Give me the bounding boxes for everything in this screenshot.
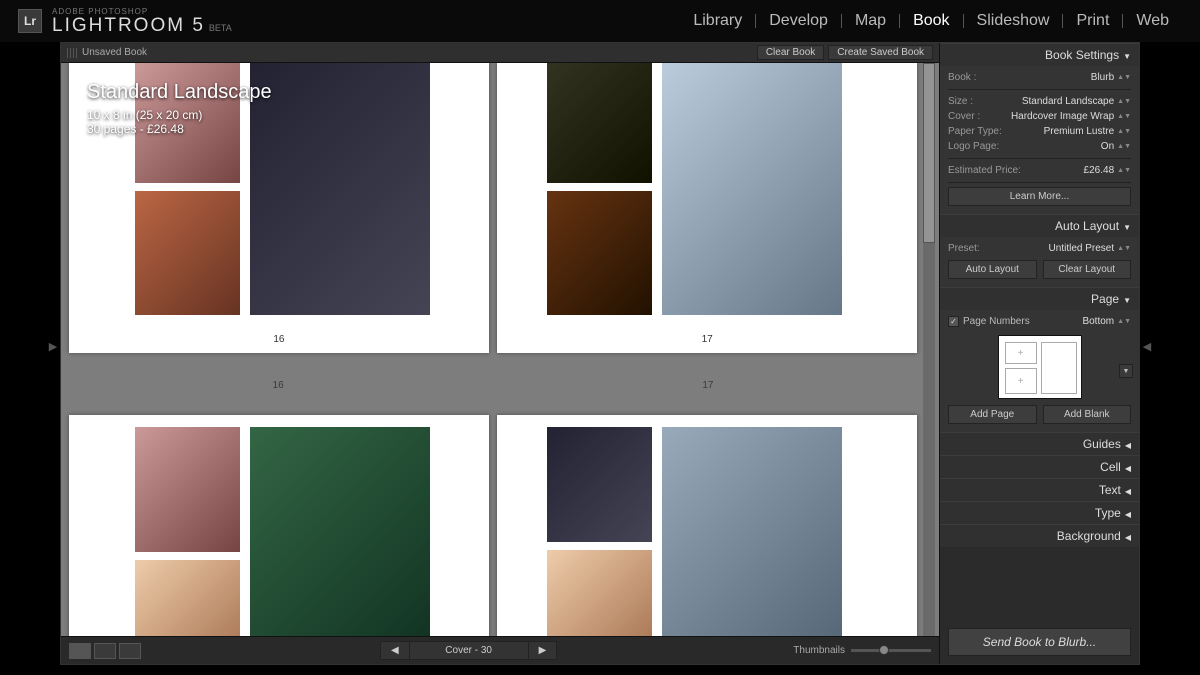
- grip-icon: [67, 48, 77, 58]
- paper-select[interactable]: Premium Lustre▲▼: [1044, 126, 1131, 137]
- workspace-scrollbar[interactable]: [923, 63, 935, 636]
- book-title: Unsaved Book: [82, 47, 147, 58]
- nav-map[interactable]: Map: [842, 12, 899, 30]
- page-18[interactable]: [69, 415, 489, 636]
- view-grid-button[interactable]: [69, 643, 91, 659]
- book-select[interactable]: Blurb▲▼: [1091, 72, 1131, 83]
- page-number-in: 17: [497, 334, 917, 345]
- add-blank-button[interactable]: Add Blank: [1043, 405, 1132, 424]
- page-number-in: 16: [69, 334, 489, 345]
- price-value: £26.48▲▼: [1084, 165, 1131, 176]
- add-page-button[interactable]: Add Page: [948, 405, 1037, 424]
- page-17[interactable]: 17: [497, 63, 917, 353]
- panel-page-header[interactable]: Page▼: [940, 287, 1139, 310]
- pager-label[interactable]: Cover - 30: [409, 642, 529, 659]
- logo-icon: Lr: [18, 9, 42, 33]
- panel-book-settings-header[interactable]: Book Settings▼: [940, 43, 1139, 66]
- size-label: Size :: [948, 96, 973, 107]
- page-numbers-position-select[interactable]: Bottom▲▼: [1082, 316, 1131, 327]
- preset-label: Preset:: [948, 243, 980, 254]
- book-workspace[interactable]: Standard Landscape 10 x 8 in (25 x 20 cm…: [61, 63, 939, 636]
- right-panel-toggle-icon[interactable]: ◀: [1142, 338, 1152, 356]
- page-number-out: 17: [702, 380, 713, 391]
- logo-label: Logo Page:: [948, 141, 999, 152]
- logo-select[interactable]: On▲▼: [1101, 141, 1131, 152]
- page-number-out: 16: [273, 380, 284, 391]
- module-nav: Library Develop Map Book Slideshow Print…: [680, 12, 1182, 30]
- size-select[interactable]: Standard Landscape▲▼: [1022, 96, 1131, 107]
- layout-picker-icon[interactable]: ▼: [1119, 364, 1133, 378]
- price-label: Estimated Price:: [948, 165, 1021, 176]
- nav-develop[interactable]: Develop: [756, 12, 841, 30]
- clear-layout-button[interactable]: Clear Layout: [1043, 260, 1132, 279]
- cover-select[interactable]: Hardcover Image Wrap▲▼: [1011, 111, 1131, 122]
- thumbnails-slider[interactable]: [851, 649, 931, 652]
- brand-title: ADOBE PHOTOSHOP LIGHTROOM 5BETA: [52, 8, 232, 35]
- create-saved-book-button[interactable]: Create Saved Book: [828, 45, 933, 60]
- book-label: Book :: [948, 72, 976, 83]
- send-to-blurb-button[interactable]: Send Book to Blurb...: [948, 628, 1131, 656]
- nav-library[interactable]: Library: [680, 12, 755, 30]
- page-layout-preview[interactable]: ++: [998, 335, 1082, 399]
- nav-web[interactable]: Web: [1123, 12, 1182, 30]
- paper-label: Paper Type:: [948, 126, 1002, 137]
- auto-layout-button[interactable]: Auto Layout: [948, 260, 1037, 279]
- nav-print[interactable]: Print: [1063, 12, 1122, 30]
- nav-slideshow[interactable]: Slideshow: [964, 12, 1063, 30]
- cover-label: Cover :: [948, 111, 980, 122]
- learn-more-button[interactable]: Learn More...: [948, 187, 1131, 206]
- view-single-button[interactable]: [119, 643, 141, 659]
- pager-prev-icon[interactable]: ◀: [381, 642, 409, 659]
- view-spread-button[interactable]: [94, 643, 116, 659]
- pager-next-icon[interactable]: ▶: [529, 642, 557, 659]
- page-pager: ◀ Cover - 30 ▶: [380, 641, 557, 660]
- panel-type-header[interactable]: Type◀: [940, 501, 1139, 524]
- book-info-overlay: Standard Landscape 10 x 8 in (25 x 20 cm…: [87, 81, 272, 136]
- preset-select[interactable]: Untitled Preset▲▼: [1049, 243, 1131, 254]
- panel-cell-header[interactable]: Cell◀: [940, 455, 1139, 478]
- clear-book-button[interactable]: Clear Book: [757, 45, 824, 60]
- nav-book[interactable]: Book: [900, 12, 962, 30]
- left-panel-toggle-icon[interactable]: ▶: [48, 338, 58, 356]
- panel-guides-header[interactable]: Guides◀: [940, 432, 1139, 455]
- panel-auto-layout-header[interactable]: Auto Layout▼: [940, 214, 1139, 237]
- panel-background-header[interactable]: Background◀: [940, 524, 1139, 547]
- page-19[interactable]: [497, 415, 917, 636]
- page-numbers-checkbox[interactable]: ✓Page Numbers: [948, 316, 1030, 327]
- panel-text-header[interactable]: Text◀: [940, 478, 1139, 501]
- thumbnails-label: Thumbnails: [793, 645, 845, 656]
